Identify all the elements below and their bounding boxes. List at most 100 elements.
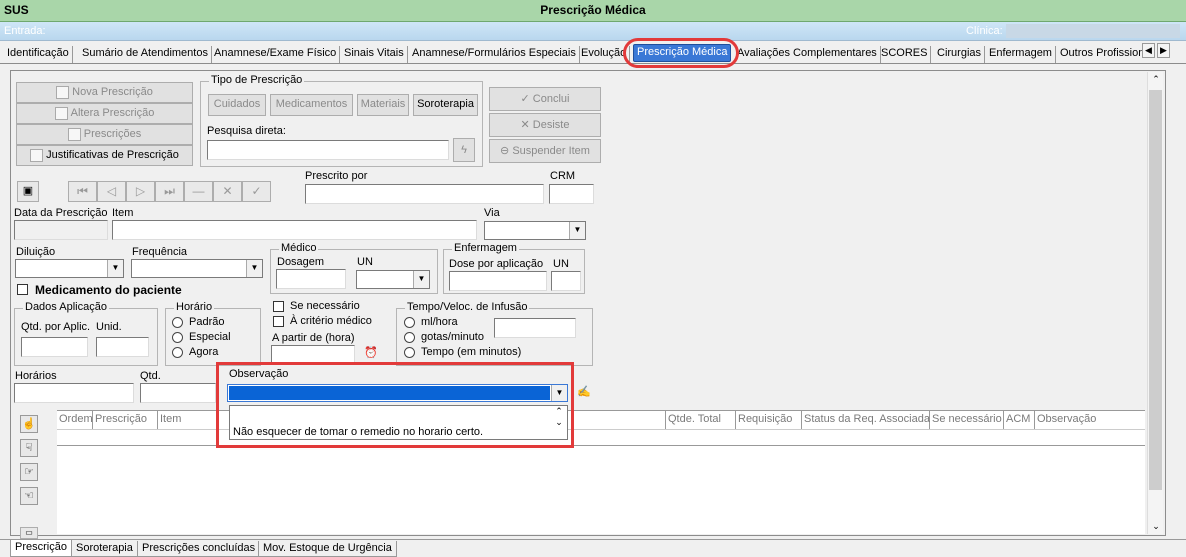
edit-doc-icon	[54, 106, 68, 120]
soroterapia-button[interactable]: Soroterapia	[413, 94, 478, 116]
tab-evolucao[interactable]: Evolução	[578, 46, 631, 63]
grid-header-ordem[interactable]: Ordem	[57, 411, 93, 429]
cancel-record-icon[interactable]: ✕	[213, 181, 242, 202]
un-enf-input[interactable]	[551, 271, 581, 291]
lightning-icon[interactable]: ϟ	[453, 138, 475, 162]
medicamentos-button[interactable]: Medicamentos	[270, 94, 353, 116]
conclui-button[interactable]: ✓ Conclui	[489, 87, 601, 111]
last-record-icon[interactable]: ⏭	[155, 181, 184, 202]
pesquisa-input[interactable]	[207, 140, 449, 160]
tab-avaliacoes[interactable]: Avaliações Complementares	[734, 46, 881, 63]
hand-left-icon[interactable]: ☜	[20, 487, 38, 505]
especial-radio[interactable]	[172, 332, 183, 343]
nova-prescricao-button[interactable]: Nova Prescrição	[16, 82, 193, 103]
entry-bar: Entrada: Clínica:	[0, 22, 1186, 41]
scroll-up-icon[interactable]: ⌃	[1148, 74, 1164, 85]
item-input[interactable]	[112, 220, 477, 240]
bottom-tab-concluidas[interactable]: Prescrições concluídas	[137, 541, 261, 557]
hand-down-icon[interactable]: ☟	[20, 439, 38, 457]
minus-record-icon[interactable]: —	[184, 181, 213, 202]
grid-header-prescricao[interactable]: Prescrição	[93, 411, 158, 429]
grid-header-requisicao[interactable]: Requisição	[736, 411, 802, 429]
tab-scroll-left-icon[interactable]: ◀	[1142, 43, 1155, 58]
panel-scrollbar[interactable]: ⌃ ⌄	[1147, 72, 1163, 534]
crm-input[interactable]	[549, 184, 594, 204]
confirm-record-icon[interactable]: ✓	[242, 181, 271, 202]
criterio-medico-checkbox[interactable]	[273, 316, 284, 327]
observacao-dropdown-list[interactable]: Não esquecer de tomar o remedio no horar…	[229, 405, 568, 440]
ml-hora-radio[interactable]	[404, 317, 415, 328]
desiste-button[interactable]: ✕ Desiste	[489, 113, 601, 137]
materiais-button[interactable]: Materiais	[357, 94, 409, 116]
hand-up-icon[interactable]: ☝	[20, 415, 38, 433]
bottom-tab-prescricao[interactable]: Prescrição	[10, 540, 72, 557]
tab-scroll-right-icon[interactable]: ▶	[1157, 43, 1170, 58]
bottom-tab-estoque[interactable]: Mov. Estoque de Urgência	[258, 541, 397, 557]
observacao-selected-highlight	[229, 386, 550, 400]
scroll-down-icon[interactable]: ⌄	[1148, 521, 1164, 532]
monitor-icon[interactable]: ▣	[17, 181, 39, 202]
dropdown-scroll-icon[interactable]: ⌃ ⌄	[551, 406, 567, 439]
grid-header-observacao[interactable]: Observação	[1035, 411, 1145, 429]
diluicao-select[interactable]: ▼	[15, 259, 124, 278]
grid-header-se-necessario[interactable]: Se necessário	[930, 411, 1004, 429]
cuidados-button[interactable]: Cuidados	[208, 94, 266, 116]
tempo-minutos-radio[interactable]	[404, 347, 415, 358]
dosagem-input[interactable]	[276, 269, 346, 289]
suspender-button[interactable]: ⊖ Suspender Item	[489, 139, 601, 163]
grid-header-acm[interactable]: ACM	[1004, 411, 1035, 429]
tab-enfermagem[interactable]: Enfermagem	[986, 46, 1056, 63]
tab-identificacao[interactable]: Identificação	[4, 46, 73, 63]
altera-prescricao-button[interactable]: Altera Prescrição	[16, 103, 193, 124]
hand-right-icon[interactable]: ☞	[20, 463, 38, 481]
entry-label: Entrada:	[4, 25, 46, 37]
prescrito-por-input[interactable]	[305, 184, 544, 204]
grid-side-buttons: ☝ ☟ ☞ ☜	[12, 410, 57, 534]
observacao-option[interactable]: Não esquecer de tomar o remedio no horar…	[233, 426, 483, 438]
tab-anamnese[interactable]: Anamnese/Exame Físico	[211, 46, 341, 63]
unid-label: Unid.	[96, 321, 122, 333]
un-select[interactable]: ▼	[356, 270, 430, 289]
prev-record-icon[interactable]: ◁	[97, 181, 126, 202]
justificativas-button[interactable]: Justificativas de Prescrição	[16, 145, 193, 166]
printer-icon[interactable]: ▭	[20, 527, 38, 539]
agora-radio[interactable]	[172, 347, 183, 358]
qtd-aplic-input[interactable]	[21, 337, 88, 357]
prescricoes-button[interactable]: Prescrições	[16, 124, 193, 145]
window-title: Prescrição Médica	[540, 3, 646, 17]
tab-formularios[interactable]: Anamnese/Formulários Especiais	[409, 46, 580, 63]
padrao-radio[interactable]	[172, 317, 183, 328]
tab-sinais-vitais[interactable]: Sinais Vitais	[341, 46, 408, 63]
medicamento-paciente-checkbox[interactable]	[17, 284, 28, 295]
dose-aplicacao-input[interactable]	[449, 271, 547, 291]
scroll-thumb[interactable]	[1149, 90, 1162, 490]
grid-header-status[interactable]: Status da Req. Associada	[802, 411, 930, 429]
signature-pen-icon[interactable]: ✍	[573, 383, 595, 403]
frequencia-select[interactable]: ▼	[131, 259, 263, 278]
ml-hora-label: ml/hora	[421, 316, 458, 328]
tab-scores[interactable]: SCORES	[878, 46, 932, 63]
tab-sumario[interactable]: Sumário de Atendimentos	[79, 46, 212, 63]
qtd-input[interactable]	[140, 383, 216, 403]
bottom-tab-soroterapia[interactable]: Soroterapia	[71, 541, 138, 557]
tempo-infusao-input[interactable]	[494, 318, 576, 338]
tab-cirurgias[interactable]: Cirurgias	[934, 46, 986, 63]
se-necessario-checkbox[interactable]	[273, 301, 284, 312]
horarios-input[interactable]	[14, 383, 134, 403]
unid-input[interactable]	[96, 337, 149, 357]
check-icon: ✓	[520, 93, 533, 105]
via-select[interactable]: ▼	[484, 221, 586, 240]
un-enf-label: UN	[553, 258, 569, 270]
data-prescricao-input[interactable]	[14, 220, 108, 240]
first-record-icon[interactable]: ⏮	[68, 181, 97, 202]
next-record-icon[interactable]: ▷	[126, 181, 155, 202]
table-row[interactable]	[57, 429, 1145, 446]
gotas-radio[interactable]	[404, 332, 415, 343]
observacao-select[interactable]: ▼	[227, 384, 568, 402]
tab-outros[interactable]: Outros Profission	[1057, 46, 1147, 63]
tab-prescricao-medica[interactable]: Prescrição Médica	[633, 44, 732, 62]
alarm-clock-icon[interactable]: ⏰	[361, 345, 381, 363]
a-partir-input[interactable]	[271, 345, 355, 363]
grid-header-qtde-total[interactable]: Qtde. Total	[666, 411, 736, 429]
minus-circle-icon: ⊖	[500, 145, 513, 157]
